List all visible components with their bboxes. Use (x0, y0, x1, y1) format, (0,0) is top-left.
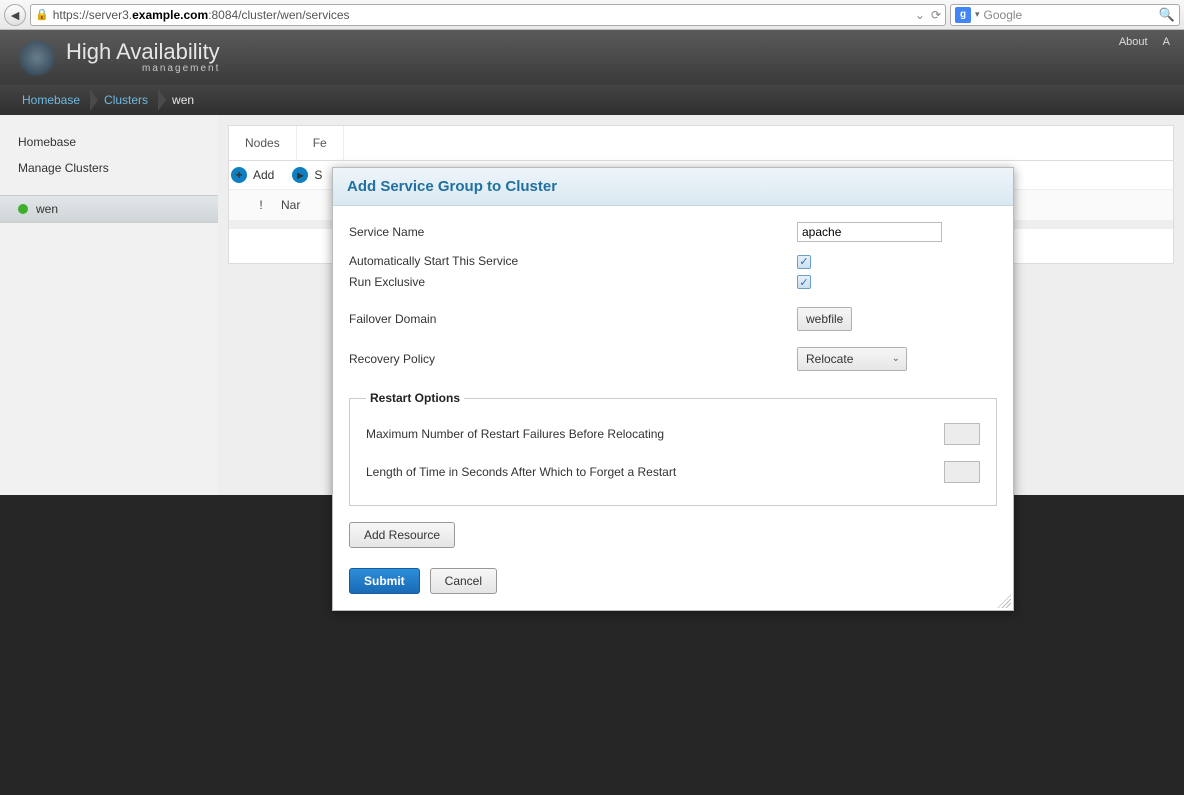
recovery-policy-value: Relocate (806, 352, 853, 366)
tab-partial[interactable]: Fe (297, 126, 344, 160)
search-box[interactable]: g ▾ Google 🔍 (950, 4, 1180, 26)
sidebar-cluster-wen[interactable]: wen (0, 195, 218, 223)
cancel-button[interactable]: Cancel (430, 568, 497, 594)
sidebar-item-homebase[interactable]: Homebase (0, 129, 218, 155)
breadcrumb: Homebase Clusters wen (0, 85, 1184, 115)
tab-nodes[interactable]: Nodes (229, 126, 297, 160)
crumb-current: wen (160, 85, 206, 115)
recovery-policy-label: Recovery Policy (349, 352, 797, 366)
address-bar[interactable]: 🔒 https://server3.example.com:8084/clust… (30, 4, 946, 26)
chevron-down-icon[interactable]: ⌄ (915, 8, 925, 22)
crumb-homebase[interactable]: Homebase (10, 85, 92, 115)
sidebar-item-manage-clusters[interactable]: Manage Clusters (0, 155, 218, 181)
app-title: High Availability (66, 41, 220, 63)
max-restart-label: Maximum Number of Restart Failures Befor… (366, 427, 944, 441)
sidebar: Homebase Manage Clusters wen (0, 115, 218, 495)
start-button-label[interactable]: S (314, 168, 322, 182)
play-icon[interactable]: ▸ (292, 167, 308, 183)
recovery-policy-select[interactable]: Relocate ⌄ (797, 347, 907, 371)
about-link[interactable]: About (1119, 36, 1148, 48)
chevron-down-icon[interactable]: ▾ (975, 9, 980, 20)
arrow-left-icon: ◄ (8, 7, 22, 23)
status-dot-icon (18, 204, 28, 214)
plus-icon[interactable]: + (231, 167, 247, 183)
lock-icon: 🔒 (35, 8, 49, 21)
google-icon: g (955, 7, 971, 23)
crumb-clusters[interactable]: Clusters (92, 85, 160, 115)
search-placeholder: Google (984, 8, 1023, 22)
failover-domain-label: Failover Domain (349, 312, 797, 326)
chevron-down-icon: ⌄ (837, 313, 845, 324)
add-button-label[interactable]: Add (253, 168, 274, 182)
url-text: https://server3.example.com:8084/cluster… (53, 8, 350, 22)
app-subtitle: management (142, 63, 220, 74)
failover-domain-select[interactable]: webfile ⌄ (797, 307, 852, 331)
forget-restart-label: Length of Time in Seconds After Which to… (366, 465, 944, 479)
app-header: High Availability management About A (0, 30, 1184, 85)
service-name-label: Service Name (349, 225, 797, 239)
auto-start-checkbox[interactable]: ✓ (797, 255, 811, 269)
col-name: Nar (281, 198, 300, 212)
submit-button[interactable]: Submit (349, 568, 420, 594)
run-exclusive-checkbox[interactable]: ✓ (797, 275, 811, 289)
auto-start-label: Automatically Start This Service (349, 254, 797, 268)
modal-title: Add Service Group to Cluster (333, 168, 1013, 206)
chevron-down-icon: ⌄ (892, 353, 900, 364)
search-icon[interactable]: 🔍 (1159, 7, 1175, 23)
reload-icon[interactable]: ⟳ (931, 8, 941, 22)
browser-toolbar: ◄ 🔒 https://server3.example.com:8084/clu… (0, 0, 1184, 30)
max-restart-input[interactable] (944, 423, 980, 445)
header-links: About A (1107, 36, 1170, 48)
run-exclusive-label: Run Exclusive (349, 275, 797, 289)
service-name-input[interactable] (797, 222, 942, 242)
header-link-extra[interactable]: A (1163, 36, 1170, 48)
sidebar-cluster-label: wen (36, 202, 58, 216)
col-status: ! (241, 198, 281, 212)
app-logo (18, 39, 56, 77)
resize-handle-icon[interactable] (997, 594, 1011, 608)
add-resource-button[interactable]: Add Resource (349, 522, 455, 548)
tab-bar: Nodes Fe (229, 126, 1173, 161)
forget-restart-input[interactable] (944, 461, 980, 483)
restart-options-legend: Restart Options (366, 391, 464, 405)
add-service-modal: Add Service Group to Cluster Service Nam… (332, 167, 1014, 611)
back-button[interactable]: ◄ (4, 4, 26, 26)
restart-options-group: Restart Options Maximum Number of Restar… (349, 391, 997, 506)
